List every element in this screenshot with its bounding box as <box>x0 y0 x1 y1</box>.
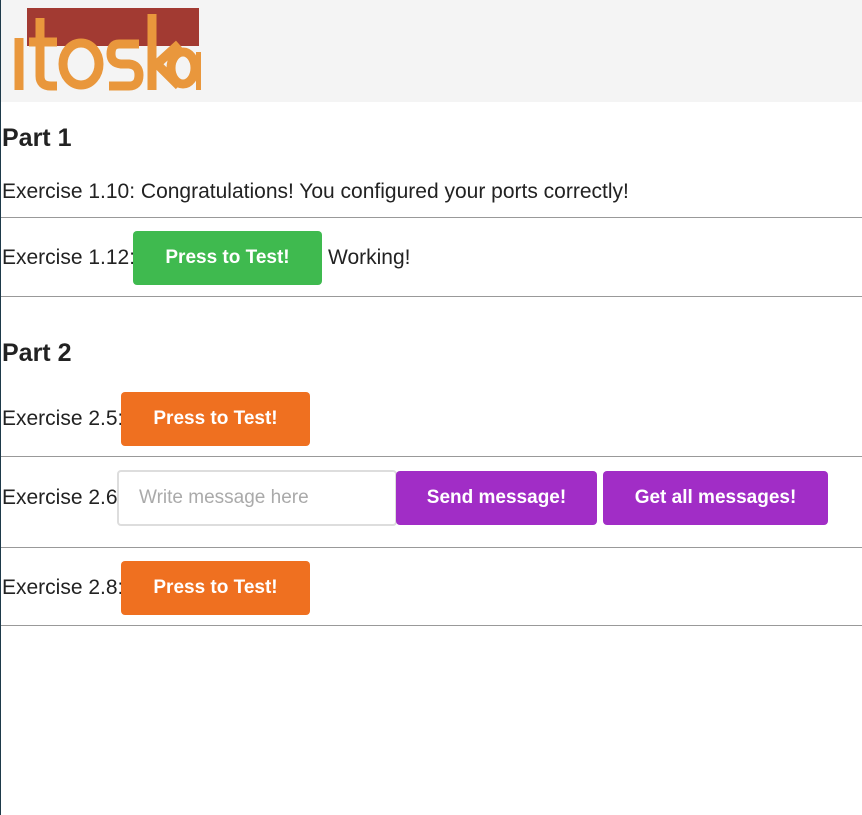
exercise-2-5-test-button[interactable]: Press to Test! <box>121 392 310 446</box>
exercise-1-10-text: Exercise 1.10: Congratulations! You conf… <box>2 180 629 203</box>
part1-heading: Part 1 <box>2 124 72 152</box>
divider <box>1 217 862 218</box>
exercise-1-12-test-button[interactable]: Press to Test! <box>133 231 322 285</box>
send-message-button[interactable]: Send message! <box>396 471 597 525</box>
exercise-1-12-label: Exercise 1.12: <box>2 246 136 269</box>
itoska-logo <box>14 8 201 91</box>
divider <box>1 296 862 297</box>
exercise-1-12-status: Working! <box>328 246 411 269</box>
part2-heading: Part 2 <box>2 339 72 367</box>
exercise-2-5-label: Exercise 2.5: <box>2 407 124 430</box>
exercise-2-8-label: Exercise 2.8: <box>2 576 124 599</box>
exercise-2-8-test-button[interactable]: Press to Test! <box>121 561 310 615</box>
page-header <box>1 0 862 102</box>
message-input[interactable] <box>117 470 397 526</box>
divider <box>1 547 862 548</box>
exercise-2-6-label: Exercise 2.6: <box>2 486 124 509</box>
divider <box>1 456 862 457</box>
divider <box>1 625 862 626</box>
get-all-messages-button[interactable]: Get all messages! <box>603 471 828 525</box>
